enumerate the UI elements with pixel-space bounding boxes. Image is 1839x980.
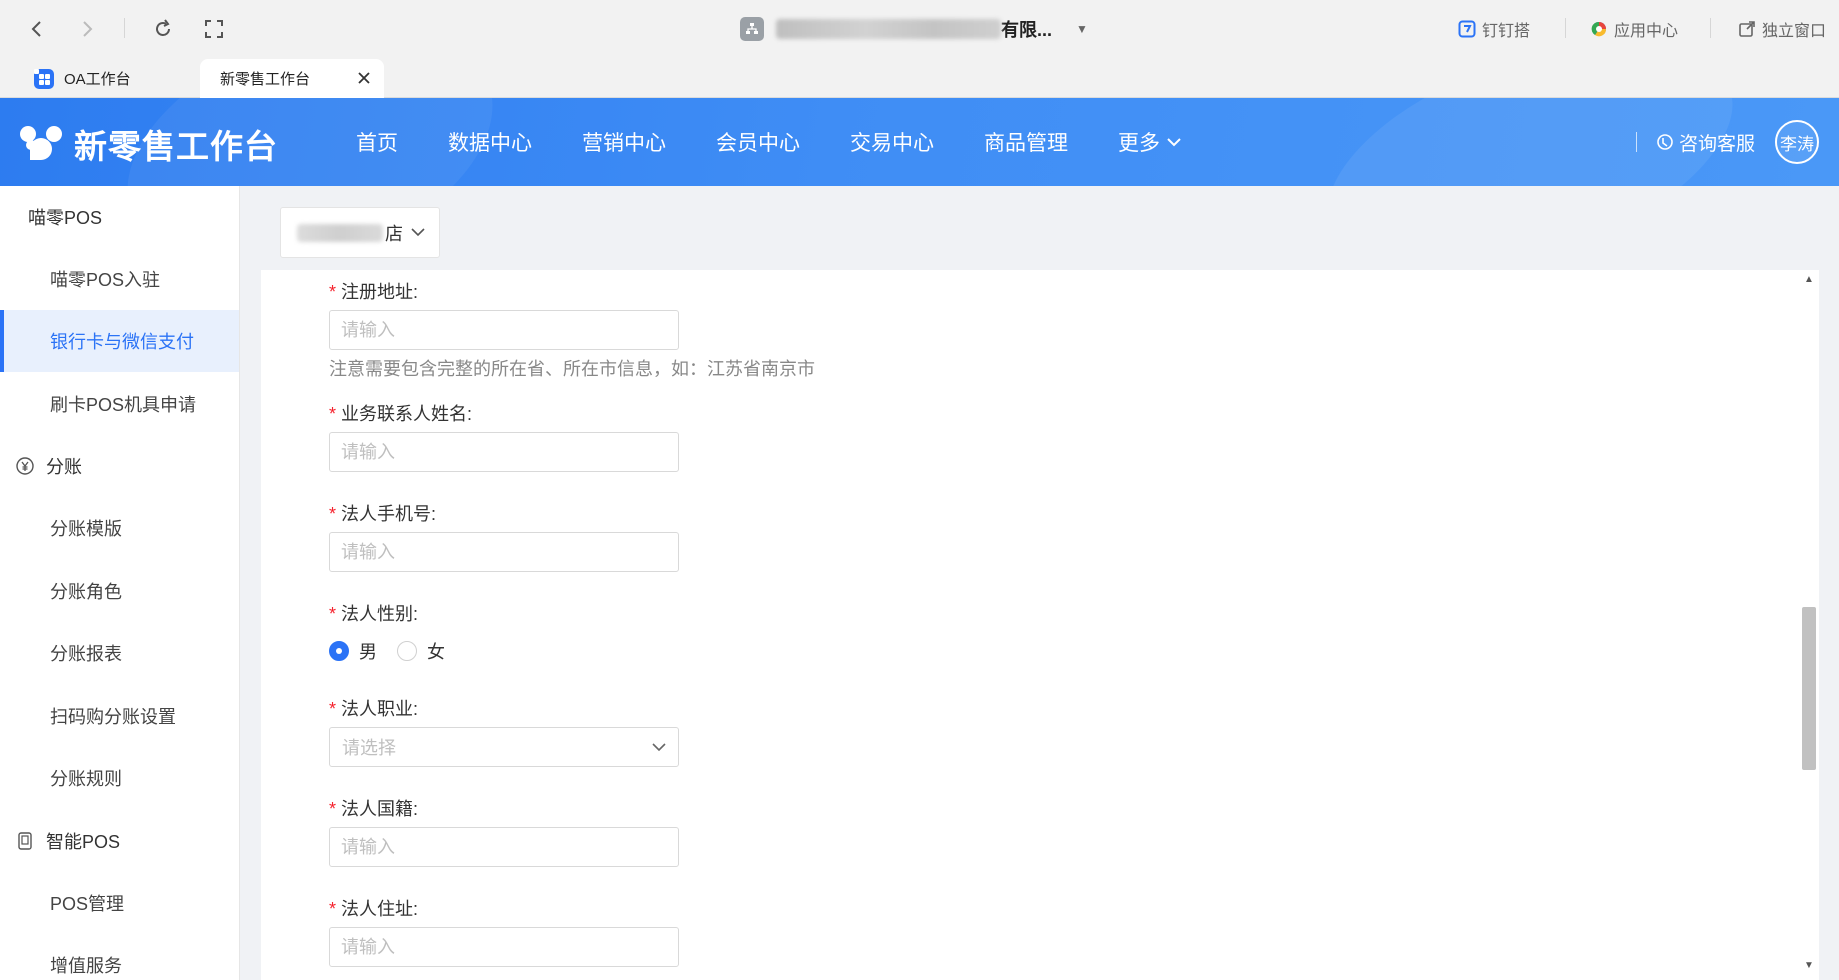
customer-service-icon <box>1657 134 1673 150</box>
app-center-button[interactable]: 应用中心 <box>1590 14 1678 44</box>
close-icon[interactable] <box>354 68 374 88</box>
contact-name-input[interactable] <box>329 432 679 472</box>
chevron-down-icon <box>411 228 425 237</box>
sidebar-item-smart-pos[interactable]: 智能POS <box>0 810 239 872</box>
tab-oa-workbench[interactable]: OA工作台 <box>20 59 196 98</box>
sidebar-item-split-template[interactable]: 分账模版 <box>0 497 239 559</box>
browser-chrome: 有限... ▼ 钉钉搭 应用中心 独立窗口 OA工作台 新零售工作台 <box>0 0 1839 98</box>
sidebar-item-card-pos-application[interactable]: 刷卡POS机具申请 <box>0 373 239 435</box>
radio-label: 女 <box>427 642 445 662</box>
chevron-down-icon <box>652 742 666 751</box>
legal-gender-label: * 法人性别: <box>329 604 419 624</box>
app-logo[interactable]: 新零售工作台 <box>20 120 278 168</box>
toolbar-divider <box>124 18 125 38</box>
registered-address-hint: 注意需要包含完整的所在省、所在市信息，如：江苏省南京市 <box>329 359 815 379</box>
sidebar-item-scan-split-settings[interactable]: 扫码购分账设置 <box>0 685 239 747</box>
chevron-down-icon <box>1167 138 1181 147</box>
oa-app-icon <box>34 68 54 89</box>
avatar[interactable]: 李涛 <box>1775 120 1819 164</box>
top-navigation: 首页 数据中心 营销中心 会员中心 交易中心 商品管理 更多 <box>356 98 1232 186</box>
select-placeholder: 请选择 <box>342 738 396 758</box>
customer-service-label: 咨询客服 <box>1678 133 1755 155</box>
customer-service-button[interactable]: 咨询客服 <box>1655 129 1755 156</box>
app-title: 新零售工作台 <box>74 128 278 165</box>
sidebar-item-label: 分账 <box>46 457 82 477</box>
radio-unchecked-icon <box>397 641 417 661</box>
forward-icon[interactable] <box>74 16 100 42</box>
sidebar-item-split-report[interactable]: 分账报表 <box>0 622 239 684</box>
tab-new-retail-workbench[interactable]: 新零售工作台 <box>200 59 384 98</box>
legal-phone-input[interactable] <box>329 532 679 572</box>
contact-name-label: * 业务联系人姓名: <box>329 404 473 424</box>
sidebar-item-split-account[interactable]: 分账 <box>0 435 239 497</box>
nav-product-management[interactable]: 商品管理 <box>984 127 1068 157</box>
address-bar[interactable]: 有限... ▼ <box>740 14 1088 44</box>
app-header: 新零售工作台 首页 数据中心 营销中心 会员中心 交易中心 商品管理 更多 咨询… <box>0 98 1839 186</box>
logo-icon <box>20 124 62 164</box>
scroll-up-icon[interactable]: ▲ <box>1803 274 1815 285</box>
sidebar-item-label: 智能POS <box>46 832 121 852</box>
legal-phone-label: * 法人手机号: <box>329 504 437 524</box>
scrollbar-thumb[interactable] <box>1802 607 1816 770</box>
external-window-icon <box>1739 21 1755 37</box>
nav-home[interactable]: 首页 <box>356 127 398 157</box>
header-divider <box>1635 132 1637 152</box>
address-text: 有限... <box>1001 20 1053 40</box>
radio-label: 男 <box>359 642 377 662</box>
app-center-icon <box>1591 21 1607 37</box>
form-panel: *注册地址: 注意需要包含完整的所在省、所在市信息，如：江苏省南京市 *业务联系… <box>261 270 1799 980</box>
tab-label: 新零售工作台 <box>220 71 311 88</box>
org-icon <box>740 17 764 41</box>
store-name-suffix: 店 <box>385 223 403 244</box>
legal-residence-label: * 法人住址: <box>329 899 419 919</box>
blurred-store-name <box>297 223 383 242</box>
reload-icon[interactable] <box>150 16 176 42</box>
nav-more-label: 更多 <box>1118 132 1160 155</box>
nav-data-center[interactable]: 数据中心 <box>448 127 532 157</box>
legal-gender-radio-group: 男 女 <box>329 638 465 664</box>
dingtalk-button[interactable]: 钉钉搭 <box>1458 14 1530 44</box>
gender-male-radio[interactable]: 男 <box>329 638 377 664</box>
sidebar-item-pos-onboarding[interactable]: 喵零POS入驻 <box>0 248 239 310</box>
pos-device-icon <box>14 830 36 852</box>
sidebar-item-bank-card-wechat-pay[interactable]: 银行卡与微信支付 <box>0 310 239 372</box>
legal-occupation-select[interactable]: 请选择 <box>329 727 679 767</box>
toolbar-divider <box>1565 18 1566 38</box>
legal-occupation-label: * 法人职业: <box>329 699 419 719</box>
nav-trade-center[interactable]: 交易中心 <box>850 127 934 157</box>
radio-checked-icon <box>329 641 349 661</box>
legal-residence-input[interactable] <box>329 927 679 967</box>
sidebar: 喵零POS 喵零POS入驻 银行卡与微信支付 刷卡POS机具申请 分账 分账模版… <box>0 186 240 980</box>
back-icon[interactable] <box>24 16 50 42</box>
nav-member-center[interactable]: 会员中心 <box>716 127 800 157</box>
fullscreen-icon[interactable] <box>201 16 227 42</box>
sidebar-item-split-role[interactable]: 分账角色 <box>0 560 239 622</box>
sidebar-item-split-rules[interactable]: 分账规则 <box>0 747 239 809</box>
legal-nationality-input[interactable] <box>329 827 679 867</box>
dingtalk-icon <box>1458 20 1476 38</box>
sidebar-item-miaoling-pos[interactable]: 喵零POS <box>0 186 239 248</box>
sidebar-item-pos-management[interactable]: POS管理 <box>0 872 239 934</box>
legal-nationality-label: * 法人国籍: <box>329 799 419 819</box>
yen-circle-icon <box>14 455 36 477</box>
header-right: 咨询客服 李涛 <box>1635 98 1819 186</box>
registered-address-input[interactable] <box>329 310 679 350</box>
sidebar-item-value-added-service[interactable]: 增值服务 <box>0 934 239 980</box>
store-selector[interactable]: 店 <box>280 207 440 258</box>
tab-label: OA工作台 <box>64 71 131 88</box>
blurred-company-name <box>776 19 1001 39</box>
caret-down-icon[interactable]: ▼ <box>1076 22 1088 36</box>
registered-address-label: * 注册地址: <box>329 282 419 302</box>
app-center-label: 应用中心 <box>1614 23 1679 40</box>
scroll-down-icon[interactable]: ▼ <box>1803 960 1815 971</box>
dingtalk-label: 钉钉搭 <box>1482 23 1531 40</box>
nav-more[interactable]: 更多 <box>1118 127 1182 157</box>
external-window-label: 独立窗口 <box>1762 23 1827 40</box>
external-window-button[interactable]: 独立窗口 <box>1738 14 1826 44</box>
toolbar-divider <box>1710 18 1711 38</box>
nav-marketing-center[interactable]: 营销中心 <box>582 127 666 157</box>
gender-female-radio[interactable]: 女 <box>397 638 445 664</box>
